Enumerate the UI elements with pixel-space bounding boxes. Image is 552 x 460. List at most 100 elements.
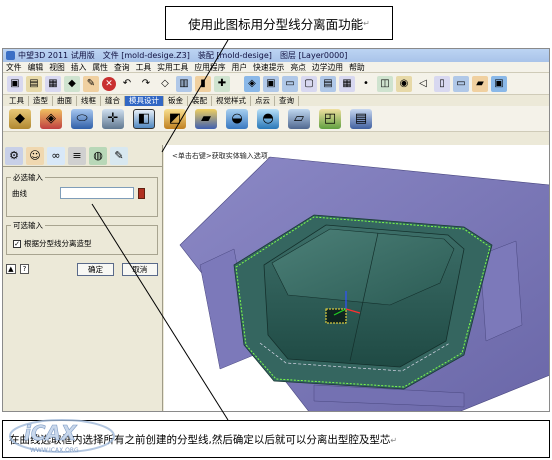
tab-surface[interactable]: 曲面 bbox=[53, 96, 77, 106]
ok-button[interactable]: 确定 bbox=[77, 262, 114, 276]
parting-surface-icon[interactable]: ◩ bbox=[164, 108, 186, 129]
tab-point-cloud[interactable]: 点云 bbox=[251, 96, 275, 106]
insert-icon[interactable]: ◓ bbox=[257, 108, 279, 129]
properties-icon[interactable]: ▣ bbox=[491, 75, 507, 92]
folder-icon[interactable]: ▰ bbox=[472, 75, 488, 92]
tab-modeling[interactable]: 造型 bbox=[29, 96, 53, 106]
help-icon[interactable]: ? bbox=[19, 264, 30, 274]
gear-icon[interactable]: ⚙ bbox=[5, 146, 23, 165]
brush-icon[interactable]: ✎ bbox=[83, 75, 99, 92]
curve-input[interactable] bbox=[60, 187, 134, 199]
menu-quick-tips[interactable]: 快速提示 bbox=[253, 62, 284, 73]
redo-icon[interactable]: ↷ bbox=[138, 76, 154, 92]
logo-url: WWW.ICAX.ORG bbox=[30, 447, 79, 454]
menu-learn[interactable]: 边学边用 bbox=[312, 62, 343, 73]
return-mark: ↵ bbox=[363, 18, 370, 28]
bom-icon[interactable]: ▤ bbox=[350, 108, 372, 129]
open-folder-icon[interactable]: ▤ bbox=[26, 75, 42, 92]
sheet-icon[interactable]: ▭ bbox=[453, 75, 469, 92]
save-icon[interactable]: ▦ bbox=[45, 75, 61, 92]
tab-sheet-metal[interactable]: 钣金 bbox=[164, 96, 188, 106]
standard-toolbar: ▣ ▤ ▦ ◆ ✎ ✕ ↶ ↷ ◇ ▥ ▮ ✚ ◈ ▣ ▭ ▢ ▤ ▦ • ◫ … bbox=[3, 73, 549, 95]
menu-user[interactable]: 用户 bbox=[232, 62, 248, 73]
menu-view[interactable]: 视图 bbox=[49, 62, 65, 73]
pin-icon[interactable]: ▲ bbox=[6, 264, 16, 274]
viewport-hint: <单击右键>获取实体输入选项. bbox=[172, 152, 270, 160]
shrinkage-icon[interactable]: ◈ bbox=[40, 108, 62, 129]
display-icon[interactable]: ▣ bbox=[263, 75, 279, 92]
curve-pick-button[interactable] bbox=[138, 187, 145, 199]
mold-model-graphic bbox=[179, 156, 549, 411]
menu-help[interactable]: 帮助 bbox=[349, 62, 365, 73]
menu-insert[interactable]: 插入 bbox=[71, 62, 87, 73]
document-icon[interactable]: ▯ bbox=[434, 75, 450, 92]
annotation-top: 使用此图标用分型线分离面功能 ↵ bbox=[165, 6, 393, 40]
left-panel: ⚙ ☺ ∞ ≡ ◍ ✎ 必选输入 曲线 可选输入 ✓ 根据分型线分离造型 ▲ ?… bbox=[3, 145, 163, 411]
select-icon[interactable]: ◇ bbox=[157, 76, 173, 92]
tab-visual-style[interactable]: 视觉样式 bbox=[212, 96, 251, 106]
menu-attributes[interactable]: 属性 bbox=[92, 62, 108, 73]
cube-view-icon[interactable]: ◈ bbox=[244, 75, 260, 92]
notes-icon[interactable]: ✎ bbox=[110, 146, 128, 165]
required-input-group: 必选输入 曲线 bbox=[6, 172, 158, 217]
tab-wireframe[interactable]: 线框 bbox=[77, 96, 101, 106]
color-icon[interactable]: ◉ bbox=[396, 75, 412, 92]
split-checkbox-row: ✓ 根据分型线分离造型 bbox=[13, 238, 92, 249]
cancel-button[interactable]: 取消 bbox=[121, 262, 158, 276]
new-file-icon[interactable]: ▣ bbox=[7, 75, 23, 92]
menu-utilities[interactable]: 实用工具 bbox=[157, 62, 188, 73]
undo-icon[interactable]: ↶ bbox=[119, 76, 135, 92]
tab-query[interactable]: 查询 bbox=[275, 96, 299, 106]
arrow-left-icon[interactable]: ◁ bbox=[415, 76, 431, 92]
ribbon-tabs: 工具 造型 曲面 线框 缝合 模具设计 钣金 装配 视觉样式 点云 查询 bbox=[3, 95, 549, 106]
tab-mold-design[interactable]: 模具设计 bbox=[125, 96, 164, 106]
mold-block-icon[interactable]: ◆ bbox=[9, 108, 31, 129]
layers-icon[interactable]: ◫ bbox=[377, 75, 393, 92]
menu-bar: 文件 编辑 视图 插入 属性 查询 工具 实用工具 应用程序 用户 快速提示 亮… bbox=[3, 62, 549, 73]
menu-file[interactable]: 文件 bbox=[6, 62, 22, 73]
sketch-icon[interactable]: ▥ bbox=[176, 75, 192, 92]
menu-applications[interactable]: 应用程序 bbox=[194, 62, 225, 73]
app-window: 中望3D 2011 试用版 文件 [mold-desige.Z3] 装配 [mo… bbox=[2, 48, 550, 412]
title-bar: 中望3D 2011 试用版 文件 [mold-desige.Z3] 装配 [mo… bbox=[3, 49, 549, 62]
draft-icon[interactable]: ✛ bbox=[102, 108, 124, 129]
panel-tabs: ⚙ ☺ ∞ ≡ ◍ ✎ bbox=[3, 145, 162, 167]
bullet-icon[interactable]: • bbox=[358, 76, 374, 92]
glasses-icon[interactable]: ∞ bbox=[47, 146, 65, 165]
menu-query[interactable]: 查询 bbox=[114, 62, 130, 73]
split-by-parting-line-icon[interactable]: ◧ bbox=[133, 108, 155, 129]
monitor-icon[interactable]: ▭ bbox=[282, 75, 298, 92]
stop-icon[interactable]: ✕ bbox=[102, 76, 116, 91]
split-by-parting-checkbox[interactable]: ✓ bbox=[13, 239, 21, 248]
tab-assembly[interactable]: 装配 bbox=[188, 96, 212, 106]
3d-viewport[interactable]: <单击右键>获取实体输入选项. bbox=[164, 145, 549, 411]
menu-highlights[interactable]: 亮点 bbox=[290, 62, 306, 73]
globe-icon[interactable]: ◍ bbox=[89, 146, 107, 165]
optional-input-title: 可选输入 bbox=[11, 220, 45, 231]
layout-icon[interactable]: ▤ bbox=[320, 75, 336, 92]
chart-icon[interactable]: ▮ bbox=[195, 75, 211, 92]
tab-stitch[interactable]: 缝合 bbox=[101, 96, 125, 106]
parting-line-icon[interactable]: ⬭ bbox=[71, 108, 93, 129]
window-icon[interactable]: ▢ bbox=[301, 75, 317, 92]
optional-input-group: 可选输入 ✓ 根据分型线分离造型 bbox=[6, 220, 158, 255]
logo-wordmark: iCAX bbox=[24, 421, 78, 445]
grid-icon[interactable]: ▦ bbox=[339, 75, 355, 92]
patch-icon[interactable]: ▰ bbox=[195, 108, 217, 129]
required-input-title: 必选输入 bbox=[11, 172, 45, 183]
menu-tools[interactable]: 工具 bbox=[136, 62, 152, 73]
curve-label: 曲线 bbox=[12, 188, 27, 198]
tab-tools[interactable]: 工具 bbox=[5, 96, 29, 106]
menu-edit[interactable]: 编辑 bbox=[28, 62, 44, 73]
slider-icon[interactable]: ▱ bbox=[288, 108, 310, 129]
paint-icon[interactable]: ✚ bbox=[214, 75, 230, 92]
mold-base-icon[interactable]: ◰ bbox=[319, 108, 341, 129]
assembly-name: 装配 [mold-desige] bbox=[197, 51, 272, 60]
layer-name: 图层 [Layer0000] bbox=[279, 51, 348, 60]
core-cavity-icon[interactable]: ◒ bbox=[226, 108, 248, 129]
eraser-icon[interactable]: ◆ bbox=[64, 75, 80, 92]
file-name: 文件 [mold-desige.Z3] bbox=[102, 51, 190, 60]
annotation-top-text: 使用此图标用分型线分离面功能 bbox=[188, 16, 364, 32]
user-icon[interactable]: ☺ bbox=[26, 146, 44, 165]
layer-stack-icon[interactable]: ≡ bbox=[68, 146, 86, 165]
